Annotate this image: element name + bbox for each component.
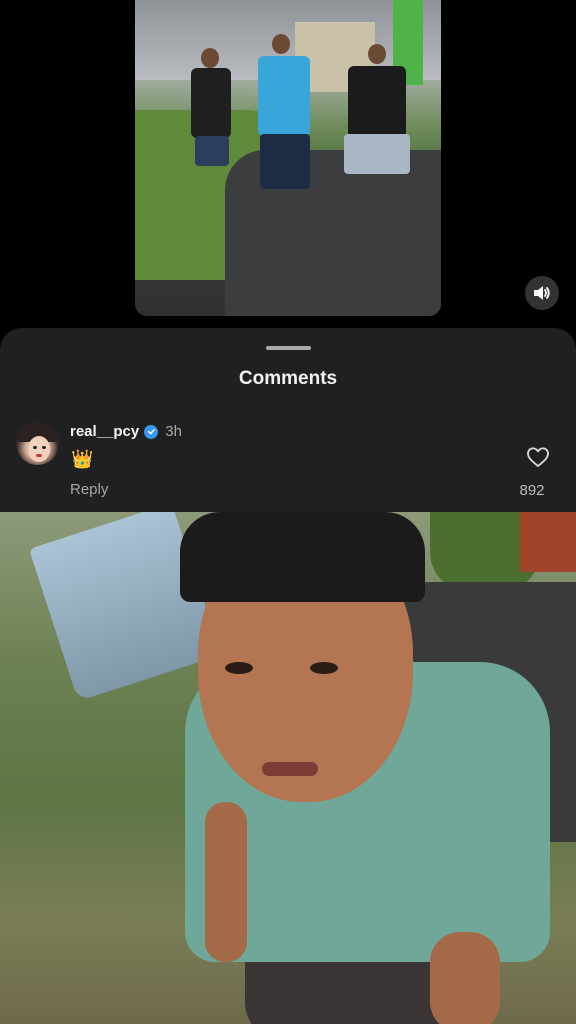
bottom-video-player[interactable] (0, 512, 576, 1024)
comment-username[interactable]: real__pcy (70, 423, 139, 440)
avatar[interactable] (16, 422, 59, 465)
video-fence (520, 512, 576, 572)
sheet-title: Comments (238, 368, 338, 389)
video-man-arm (205, 802, 247, 962)
verified-badge-icon (144, 424, 159, 439)
comment-header: real__pcy 3h (70, 423, 182, 440)
speaker-icon (534, 286, 550, 300)
like-count: 892 (519, 482, 545, 499)
video-road (225, 150, 441, 316)
comment-text: 👑 (71, 449, 94, 469)
top-video-player[interactable] (135, 0, 441, 316)
video-man-eye-left (225, 662, 253, 674)
comments-sheet: Comments real__pcy 3h 👑 Reply 892 (0, 328, 576, 512)
sheet-drag-handle[interactable] (266, 346, 311, 350)
heart-icon[interactable] (526, 446, 550, 468)
mute-toggle-button[interactable] (525, 276, 559, 310)
screen: Comments real__pcy 3h 👑 Reply 892 (0, 0, 576, 1024)
comment-timestamp: 3h (165, 423, 182, 440)
video-man-eye-right (310, 662, 338, 674)
video-man-mouth (262, 762, 318, 776)
video-man-arm-right (430, 932, 500, 1024)
video-man-hair (180, 512, 425, 602)
reply-button[interactable]: Reply (70, 481, 108, 498)
